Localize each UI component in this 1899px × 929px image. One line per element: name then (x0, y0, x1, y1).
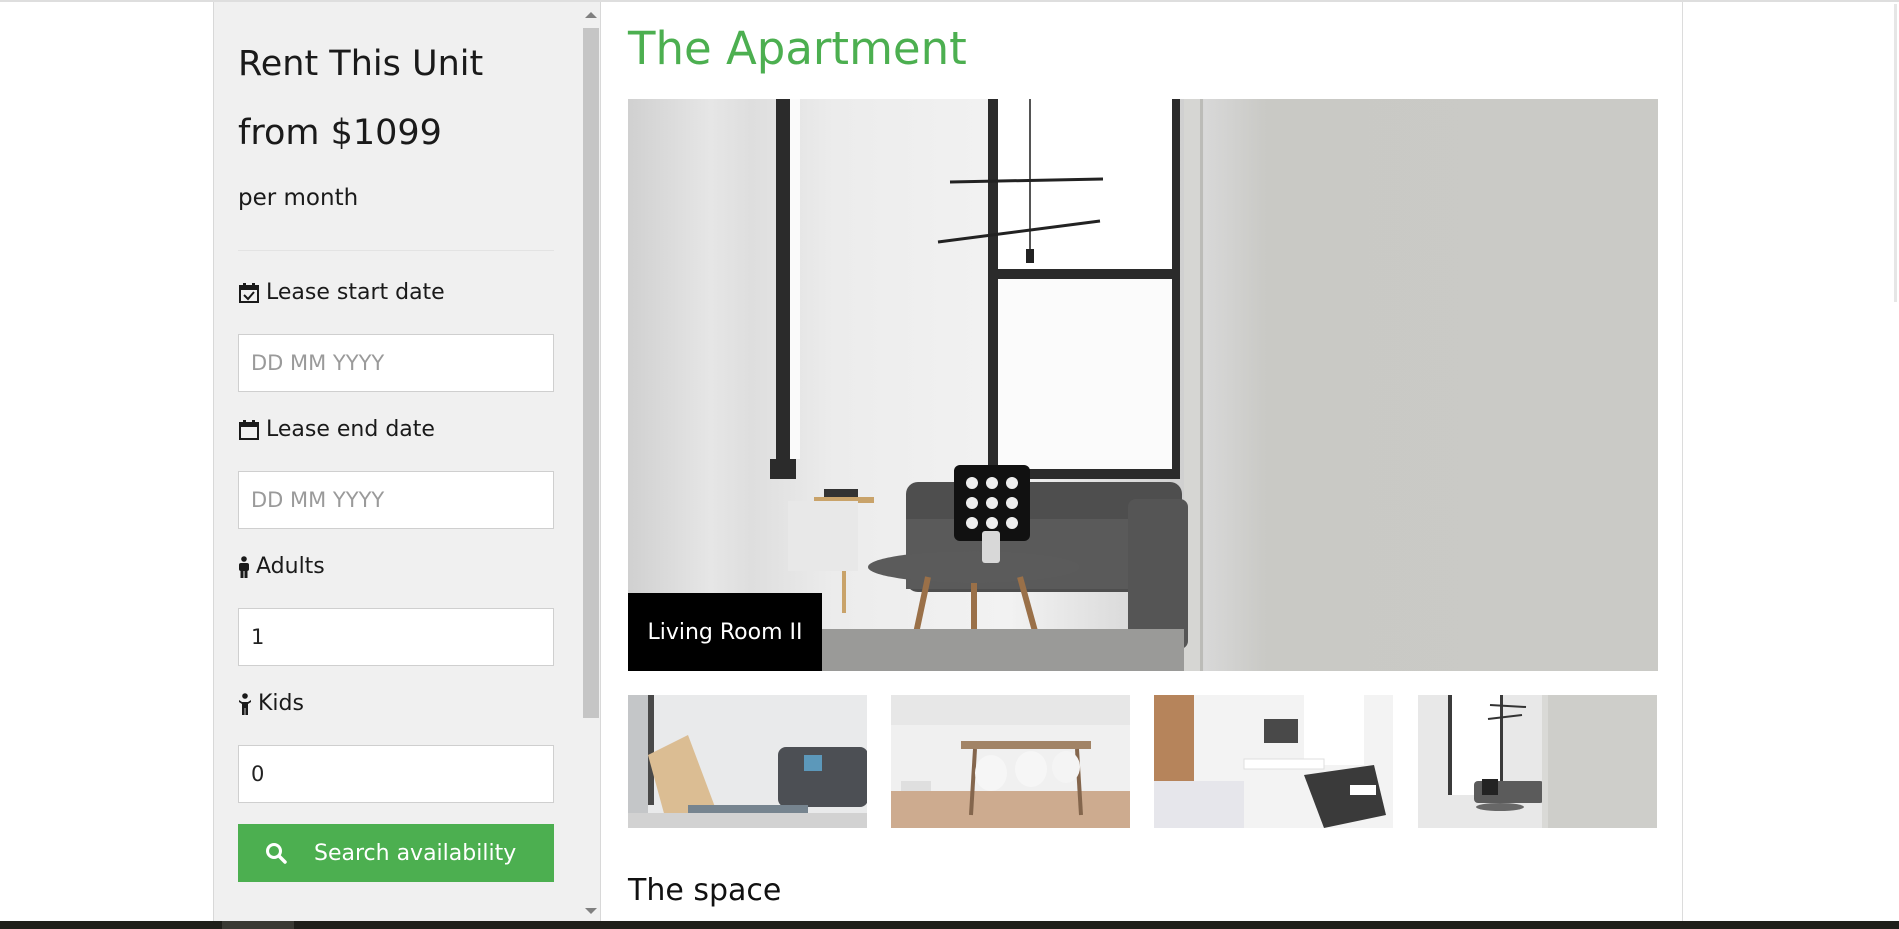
adults-input[interactable] (238, 608, 554, 666)
lease-end-input[interactable] (238, 471, 554, 529)
adults-label-text: Adults (256, 554, 325, 579)
search-availability-label: Search availability (314, 840, 517, 866)
kids-label-text: Kids (258, 691, 304, 716)
page-scrollbar[interactable] (1892, 2, 1899, 302)
scrollbar-thumb[interactable] (583, 28, 599, 718)
rent-title: Rent This Unit (238, 44, 484, 84)
male-icon (239, 555, 249, 578)
gallery-caption: Living Room II (628, 593, 822, 671)
scroll-down-arrow-icon[interactable] (585, 908, 597, 914)
search-icon (238, 842, 314, 864)
page-title: The Apartment (628, 22, 967, 75)
page-scrollbar-thumb[interactable] (1894, 4, 1897, 302)
section-title-space: The space (628, 873, 782, 908)
thumbnail-dining-room[interactable] (891, 695, 1130, 828)
kids-label: Kids (238, 691, 304, 716)
calendar-check-icon (239, 282, 259, 303)
content-right-border (1682, 2, 1683, 921)
lease-end-label: Lease end date (238, 417, 435, 442)
bottom-edge-segment (222, 921, 294, 929)
scroll-up-arrow-icon[interactable] (585, 12, 597, 18)
lease-start-label: Lease start date (238, 280, 445, 305)
living-room-photo (628, 99, 1203, 671)
thumbnail-bedroom[interactable] (1154, 695, 1393, 828)
divider (238, 250, 554, 251)
kids-input[interactable] (238, 745, 554, 803)
booking-sidebar[interactable]: Rent This Unit from $1099 per month Leas… (213, 2, 601, 921)
child-icon (239, 692, 251, 715)
rent-period: per month (238, 185, 359, 211)
lease-start-label-text: Lease start date (266, 280, 445, 305)
gallery-main-image[interactable] (628, 99, 1658, 671)
sidebar-scrollbar[interactable] (581, 2, 600, 921)
thumbnail-living-room[interactable] (628, 695, 867, 828)
thumbnail-living-room-ii[interactable] (1418, 695, 1657, 828)
adults-label: Adults (238, 554, 325, 579)
lease-end-label-text: Lease end date (266, 417, 435, 442)
lease-start-input[interactable] (238, 334, 554, 392)
search-availability-button[interactable]: Search availability (238, 824, 554, 882)
rent-price: from $1099 (238, 113, 442, 153)
calendar-icon (239, 419, 259, 440)
bottom-edge-strip (0, 921, 1899, 929)
